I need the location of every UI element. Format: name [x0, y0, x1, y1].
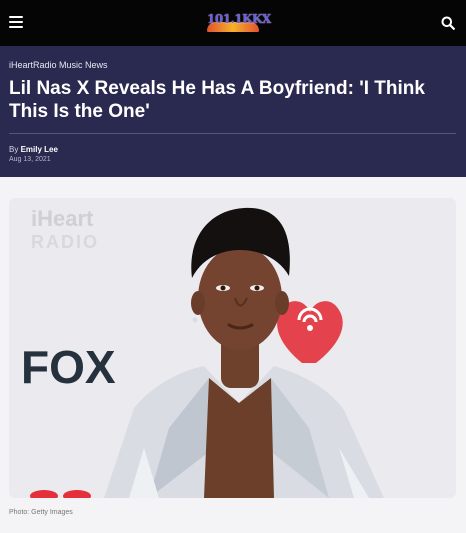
top-navigation-bar: 101.1KKX [0, 0, 466, 46]
search-icon[interactable] [441, 16, 455, 30]
photo-credit: Photo: Getty Images [9, 509, 73, 516]
face [198, 246, 282, 350]
station-logo[interactable]: 101.1KKX [207, 12, 271, 34]
byline-prefix: By [9, 145, 21, 154]
article-header: iHeartRadio Music News Lil Nas X Reveals… [0, 46, 466, 177]
backdrop-fox-text: FOX [21, 341, 116, 393]
hamburger-menu-icon[interactable] [9, 16, 23, 28]
logo-text: 101.1KKX [207, 12, 271, 26]
article-category[interactable]: iHeartRadio Music News [9, 60, 108, 70]
header-divider [9, 133, 456, 134]
byline: By Emily Lee [9, 145, 58, 154]
publish-date: Aug 13, 2021 [9, 156, 51, 163]
backdrop-radio-text: RADIO [31, 232, 99, 252]
article-title: Lil Nas X Reveals He Has A Boyfriend: 'I… [9, 78, 425, 122]
author-name[interactable]: Emily Lee [21, 145, 58, 154]
article-hero-photo: iHeart RADIO FOX [9, 198, 456, 498]
backdrop-iheart-text: iHeart [31, 206, 94, 231]
